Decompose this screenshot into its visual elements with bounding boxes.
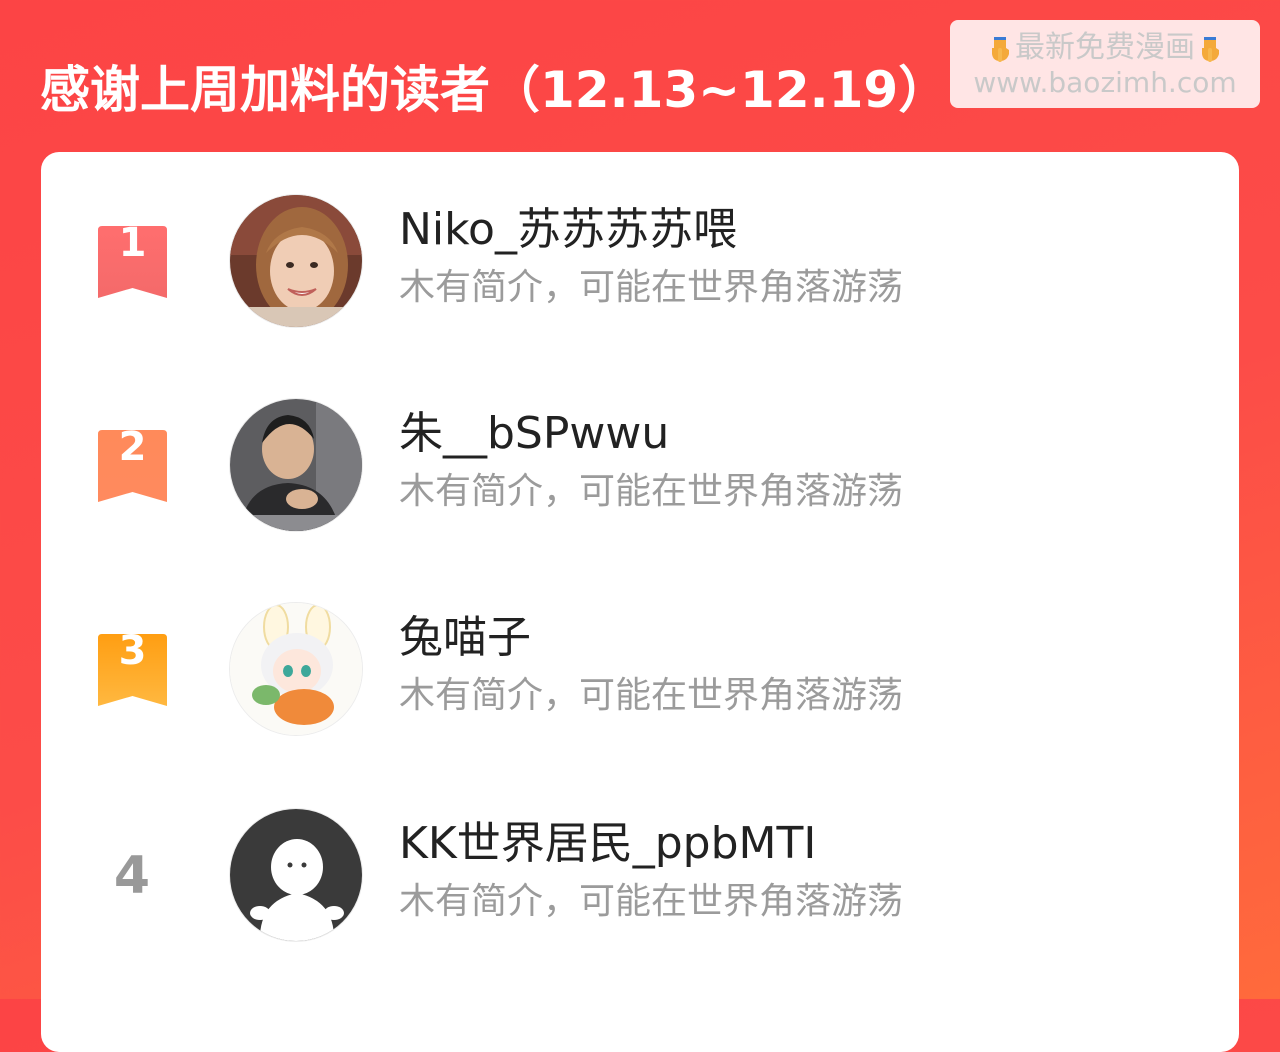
rank-badge-silver: 2 (98, 424, 167, 502)
list-item[interactable]: 4 KK世界居民_ppbMTI 木有简介，可能在世界角落游荡 (41, 808, 1239, 948)
watermark-url: www.baozimh.com (973, 66, 1237, 99)
watermark-line1: 最新免费漫画 (950, 30, 1260, 66)
rank-number: 1 (118, 220, 147, 266)
reader-bio: 木有简介，可能在世界角落游荡 (399, 675, 904, 716)
list-item[interactable]: 2 朱__bSPwwu 木有简介，可能在世界角落游荡 (41, 398, 1239, 538)
list-item[interactable]: 1 Niko_苏苏苏苏喂 木有简介，可能在世界角落游荡 (41, 194, 1239, 334)
avatar[interactable] (229, 602, 363, 736)
rank-badge-gold: 1 (98, 220, 167, 298)
woman-photo-avatar (230, 195, 362, 327)
rank-badge-bronze: 3 (98, 628, 167, 706)
watermark-banner[interactable]: 最新免费漫画 www.baozimh.com (950, 20, 1260, 108)
avatar[interactable] (229, 398, 363, 532)
anime-bunny-girl-avatar (230, 603, 362, 735)
reader-bio: 木有简介，可能在世界角落游荡 (399, 471, 904, 512)
default-ghost-avatar (230, 809, 362, 941)
reader-bio: 木有简介，可能在世界角落游荡 (399, 267, 904, 308)
list-item[interactable]: 3 兔喵子 木有简介，可能在世界角落游荡 (41, 602, 1239, 742)
rank-number: 4 (113, 846, 151, 906)
avatar[interactable] (229, 194, 363, 328)
reader-name: 朱__bSPwwu (399, 408, 670, 459)
watermark-text-1: 最新免费漫画 (1015, 30, 1195, 65)
avatar[interactable] (229, 808, 363, 942)
page-title: 感谢上周加料的读者（12.13~12.19） (40, 61, 949, 119)
reader-list-card: 1 Niko_苏苏苏苏喂 木有简介，可能在世界角落游荡 2 朱__bSPwwu … (41, 152, 1239, 1052)
man-photo-avatar (230, 399, 362, 531)
reader-bio: 木有简介，可能在世界角落游荡 (399, 881, 904, 922)
reader-name: Niko_苏苏苏苏喂 (399, 204, 737, 255)
pointing-down-hand-icon (1195, 34, 1225, 64)
pointing-down-hand-icon (985, 34, 1015, 64)
reader-name: 兔喵子 (399, 612, 531, 663)
reader-name: KK世界居民_ppbMTI (399, 818, 817, 869)
rank-number: 3 (118, 628, 147, 674)
rank-number: 2 (118, 424, 147, 470)
